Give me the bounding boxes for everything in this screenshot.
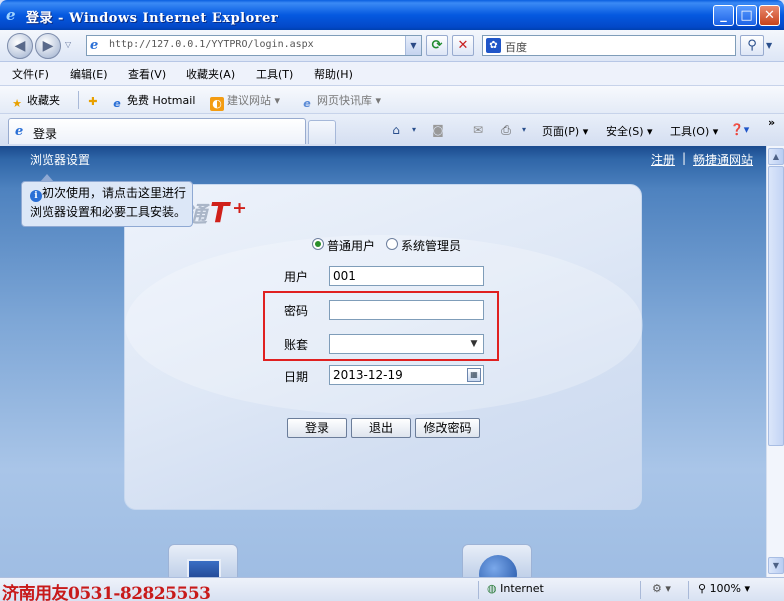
menu-file[interactable]: 文件(F) xyxy=(12,66,49,82)
title-bar: e 登录 - Windows Internet Explorer _ □ ✕ xyxy=(0,0,784,30)
calendar-icon[interactable]: ▦ xyxy=(467,368,481,382)
chanjet-site-link[interactable]: 畅捷通网站 xyxy=(693,151,753,168)
search-button[interactable]: ⚲ xyxy=(740,35,764,56)
user-label: 用户 xyxy=(284,270,309,284)
highlight-box xyxy=(263,291,499,361)
scroll-thumb[interactable] xyxy=(768,166,784,446)
first-use-tip[interactable]: i 初次使用，请点击这里进行 浏览器设置和必要工具安装。 xyxy=(21,181,193,227)
menu-tools[interactable]: 工具(T) xyxy=(256,66,293,82)
status-bar: 济南用友0531-82825553 ◍ Internet ⚙ ▾ ⚲ 100% … xyxy=(0,577,784,601)
maximize-button[interactable]: □ xyxy=(736,5,757,26)
date-label: 日期 xyxy=(284,370,309,384)
print-icon[interactable]: ⎙ xyxy=(498,122,514,138)
chevron-right-icon[interactable]: » xyxy=(768,116,775,129)
fav-suggested-sites[interactable]: ◐ 建议网站 ▾ xyxy=(210,92,280,111)
info-icon: i xyxy=(30,190,42,202)
fav-web-slice[interactable]: e 网页快讯库 ▾ xyxy=(300,92,381,111)
register-link[interactable]: 注册 xyxy=(651,151,675,168)
favorites-button[interactable]: ★ 收藏夹 xyxy=(10,92,60,111)
close-button[interactable]: ✕ xyxy=(759,5,780,26)
tab-row: e 登录 ⌂ ▾ ◙ ✉ ⎙ ▾ 页面(P) ▾ 安全(S) ▾ 工具(O) ▾… xyxy=(0,114,784,146)
menu-edit[interactable]: 编辑(E) xyxy=(70,66,108,82)
radio-system-admin-label: 系统管理员 xyxy=(401,239,462,253)
protected-mode-icon[interactable]: ⚙ ▾ xyxy=(652,582,671,595)
zoom-level[interactable]: ⚲ 100% ▾ xyxy=(698,582,750,595)
new-tab-button[interactable] xyxy=(308,120,336,144)
globe-icon: ◍ xyxy=(487,582,497,595)
help-circle-icon[interactable] xyxy=(462,544,532,577)
page-icon: e xyxy=(90,38,99,53)
browser-settings-link[interactable]: 浏览器设置 xyxy=(30,151,90,168)
scroll-up-icon[interactable]: ▲ xyxy=(768,148,784,165)
minimize-button[interactable]: _ xyxy=(713,5,734,26)
feeds-icon[interactable]: ◙ xyxy=(430,122,446,138)
vertical-scrollbar[interactable]: ▲ ▼ xyxy=(766,146,784,577)
mail-icon[interactable]: ✉ xyxy=(470,122,486,138)
web-slice-icon: e xyxy=(303,97,311,110)
security-zone[interactable]: ◍ Internet xyxy=(487,582,544,595)
tab-label: 登录 xyxy=(33,127,58,141)
stop-button[interactable]: ✕ xyxy=(452,35,474,56)
home-dropdown-icon[interactable]: ▾ xyxy=(406,122,422,138)
search-options-icon[interactable]: ▼ xyxy=(766,41,772,50)
search-placeholder: 百度 xyxy=(505,41,527,54)
radio-normal-user[interactable] xyxy=(312,238,324,250)
baidu-icon: ✿ xyxy=(486,38,501,53)
monitor-icon[interactable] xyxy=(168,544,238,577)
suggested-sites-icon: ◐ xyxy=(210,97,224,111)
address-url: http://127.0.0.1/YYTPRO/login.aspx xyxy=(109,39,314,50)
address-input[interactable]: e http://127.0.0.1/YYTPRO/login.aspx ▼ xyxy=(86,35,422,56)
tab-login[interactable]: e 登录 xyxy=(8,118,306,144)
ie-logo-icon: e xyxy=(6,6,16,24)
address-toolbar: ◀ ▶ ▽ e http://127.0.0.1/YYTPRO/login.as… xyxy=(0,30,784,62)
radio-normal-user-label: 普通用户 xyxy=(327,239,376,253)
page-icon: e xyxy=(113,97,121,110)
zoom-icon: ⚲ xyxy=(698,582,707,595)
page-content: 浏览器设置 注册 | 畅捷通网站 i 初次使用，请点击这里进行 浏览器设置和必要工… xyxy=(0,146,766,577)
refresh-button[interactable]: ⟳ xyxy=(426,35,448,56)
page-icon: e xyxy=(15,124,24,139)
history-dropdown-icon[interactable]: ▽ xyxy=(65,40,71,49)
safety-menu[interactable]: 安全(S) ▾ xyxy=(606,123,653,139)
scroll-down-icon[interactable]: ▼ xyxy=(768,557,784,574)
radio-system-admin[interactable] xyxy=(386,238,398,250)
exit-button[interactable]: 退出 xyxy=(351,418,411,438)
home-icon[interactable]: ⌂ xyxy=(388,122,404,138)
back-icon[interactable]: ◀ xyxy=(7,33,33,59)
menu-help[interactable]: 帮助(H) xyxy=(314,66,353,82)
user-input[interactable]: 001 xyxy=(329,266,484,286)
menu-bar: 文件(F) 编辑(E) 查看(V) 收藏夹(A) 工具(T) 帮助(H) xyxy=(0,62,784,86)
forward-icon[interactable]: ▶ xyxy=(35,33,61,59)
add-favorite-icon[interactable]: ✚ xyxy=(86,92,103,109)
star-icon: ★ xyxy=(12,97,22,110)
help-menu[interactable]: ❓▾ xyxy=(730,123,749,136)
favorites-bar: ★ 收藏夹 ✚ e 免费 Hotmail ◐ 建议网站 ▾ e 网页快讯库 ▾ xyxy=(0,86,784,114)
date-input[interactable]: 2013-12-19 ▦ xyxy=(329,365,484,385)
window-title: 登录 - Windows Internet Explorer xyxy=(26,11,279,26)
fav-hotmail[interactable]: e 免费 Hotmail xyxy=(110,92,195,111)
print-dropdown-icon[interactable]: ▾ xyxy=(516,122,532,138)
tools-menu[interactable]: 工具(O) ▾ xyxy=(670,123,718,139)
menu-view[interactable]: 查看(V) xyxy=(128,66,166,82)
page-menu[interactable]: 页面(P) ▾ xyxy=(542,123,588,139)
login-button[interactable]: 登录 xyxy=(287,418,347,438)
change-password-button[interactable]: 修改密码 xyxy=(415,418,480,438)
address-dropdown-icon[interactable]: ▼ xyxy=(405,36,421,55)
search-input[interactable]: ✿ 百度 xyxy=(482,35,736,56)
menu-favorites[interactable]: 收藏夹(A) xyxy=(186,66,235,82)
watermark-text: 济南用友0531-82825553 xyxy=(2,584,211,601)
